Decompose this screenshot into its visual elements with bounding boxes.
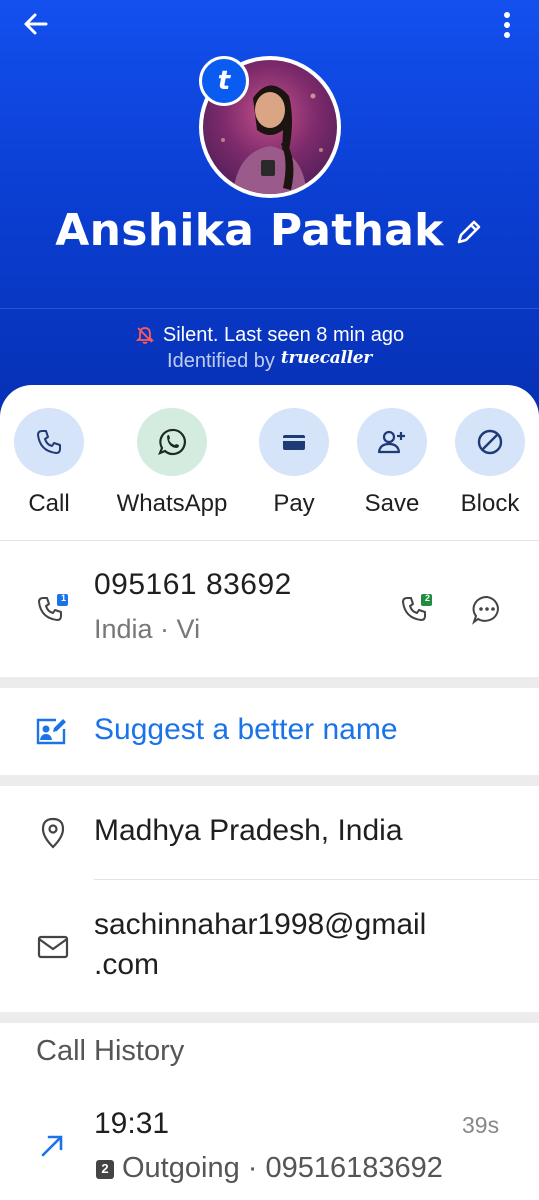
identified-by-row: Identified by truecaller	[0, 347, 539, 375]
pay-label: Pay	[273, 490, 315, 517]
whatsapp-icon	[137, 408, 207, 476]
identified-by-text: Identified by	[167, 349, 275, 372]
save-label: Save	[364, 490, 420, 517]
block-action-button[interactable]: Block	[435, 408, 539, 518]
bell-off-icon	[135, 325, 155, 345]
save-action-button[interactable]: Save	[337, 408, 447, 518]
sim2-label: 2	[424, 593, 430, 603]
call-sim-label: 2	[101, 1161, 109, 1176]
status-text: Silent. Last seen 8 min ago	[162, 323, 405, 346]
call-duration: 39s	[462, 1112, 500, 1138]
email-text-line2[interactable]: .com	[94, 948, 159, 982]
pay-action-button[interactable]: Pay	[239, 408, 349, 518]
mail-icon	[36, 930, 70, 964]
block-icon	[455, 408, 525, 476]
contact-name-row: Anshika Pathak	[0, 200, 539, 260]
edit-name-card-icon	[34, 715, 68, 749]
section-divider	[0, 775, 539, 786]
sim1-label: 1	[60, 593, 66, 603]
truecaller-badge-icon: t	[199, 56, 249, 106]
phone-number-row[interactable]	[0, 541, 539, 676]
contact-name: Anshika Pathak	[55, 204, 444, 256]
header-divider	[0, 308, 539, 309]
location-pin-icon	[36, 816, 70, 850]
location-text: Madhya Pradesh, India	[94, 814, 403, 847]
email-text-line1[interactable]: sachinnahar1998@gmail	[94, 908, 426, 942]
phone-carrier: India · Vi	[94, 614, 201, 644]
whatsapp-action-button[interactable]: WhatsApp	[117, 408, 227, 518]
whatsapp-label: WhatsApp	[116, 490, 228, 517]
call-time: 19:31	[94, 1107, 170, 1140]
presence-status: Silent. Last seen 8 min ago	[0, 322, 539, 348]
call-label: Call	[28, 490, 70, 517]
call-detail: Outgoing · 09516183692	[122, 1152, 443, 1184]
block-label: Block	[460, 490, 520, 517]
call-history-title: Call History	[36, 1035, 185, 1067]
divider	[94, 879, 539, 880]
section-divider	[0, 1012, 539, 1023]
call-action-button[interactable]: Call	[0, 408, 104, 518]
outgoing-call-arrow-icon	[38, 1130, 72, 1164]
add-person-icon	[357, 408, 427, 476]
wallet-icon	[259, 408, 329, 476]
truecaller-logo: truecaller	[280, 348, 372, 368]
phone-icon	[14, 408, 84, 476]
more-options-icon[interactable]	[497, 6, 517, 42]
suggest-name-link[interactable]: Suggest a better name	[94, 713, 398, 747]
edit-pencil-icon[interactable]	[454, 217, 484, 247]
back-arrow-icon[interactable]	[18, 6, 54, 42]
phone-number[interactable]: 095161 83692	[94, 568, 292, 602]
section-divider	[0, 677, 539, 688]
message-icon[interactable]	[470, 593, 504, 627]
